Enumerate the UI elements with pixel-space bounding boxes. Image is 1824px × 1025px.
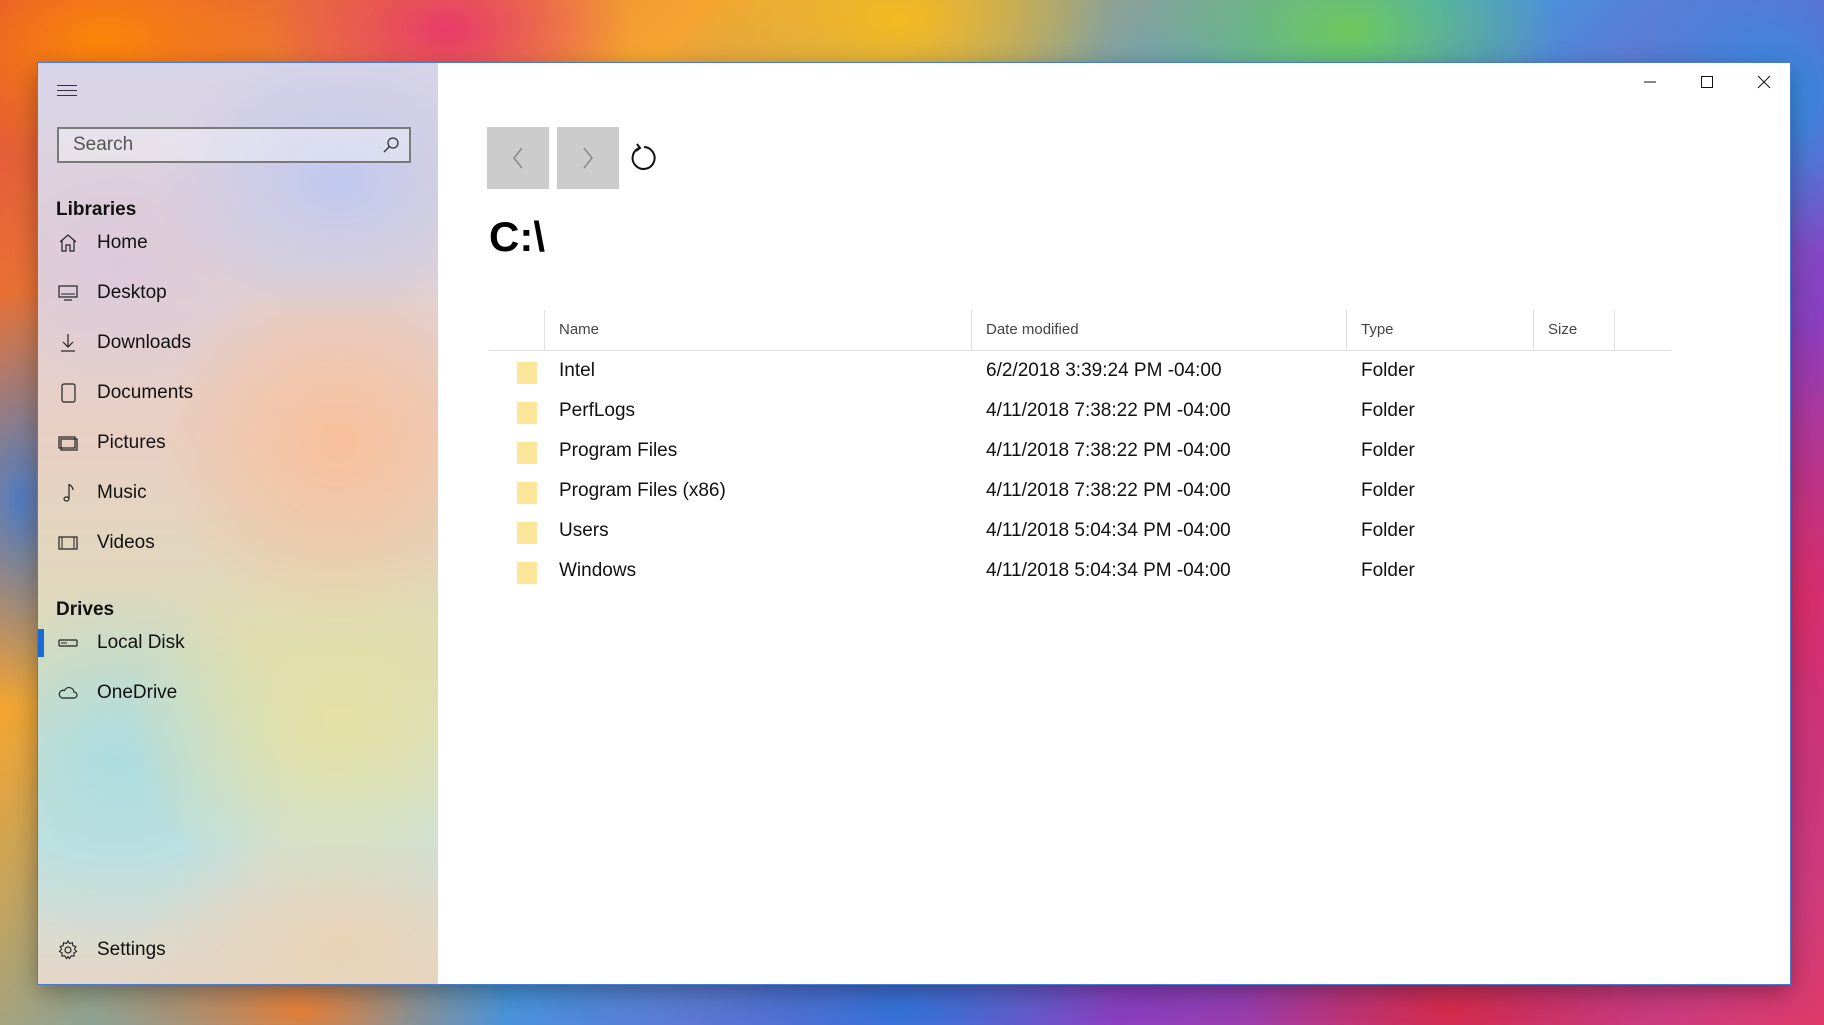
table-row[interactable]: Program Files (x86) 4/11/2018 7:38:22 PM… (489, 471, 1671, 511)
file-name: Intel (559, 360, 595, 381)
settings-button[interactable]: Settings (38, 927, 438, 973)
drives-heading: Drives (56, 599, 115, 620)
file-type: Folder (1361, 440, 1415, 461)
maximize-icon (1701, 76, 1713, 88)
active-indicator (38, 629, 44, 657)
settings-label: Settings (97, 939, 166, 960)
sidebar-item-label: Home (97, 232, 148, 253)
search-box (57, 127, 411, 163)
file-date: 4/11/2018 7:38:22 PM -04:00 (986, 400, 1231, 421)
column-header-type[interactable]: Type (1361, 310, 1394, 350)
file-explorer-window: Libraries Home Desktop Downloads (38, 63, 1790, 984)
sidebar-item-label: OneDrive (97, 682, 178, 703)
folder-icon (517, 402, 537, 424)
file-name: Program Files (559, 440, 678, 461)
table-row[interactable]: Users 4/11/2018 5:04:34 PM -04:00 Folder (489, 511, 1671, 551)
sidebar-item-music[interactable]: Music (38, 469, 438, 517)
chevron-left-icon (513, 147, 523, 169)
sidebar-item-downloads[interactable]: Downloads (38, 319, 438, 367)
minimize-icon (1644, 81, 1656, 83)
file-date: 4/11/2018 7:38:22 PM -04:00 (986, 440, 1231, 461)
sidebar-item-home[interactable]: Home (38, 219, 438, 267)
sidebar-item-label: Music (97, 482, 147, 503)
file-type: Folder (1361, 480, 1415, 501)
refresh-icon[interactable] (627, 141, 661, 175)
close-button[interactable] (1736, 63, 1790, 101)
file-table: Name Date modified Type Size Intel 6/2/2… (489, 310, 1671, 591)
sidebar-item-desktop[interactable]: Desktop (38, 269, 438, 317)
file-type: Folder (1361, 360, 1415, 381)
file-date: 4/11/2018 5:04:34 PM -04:00 (986, 560, 1231, 581)
pictures-icon (58, 436, 78, 451)
chevron-right-icon (583, 147, 593, 169)
sidebar-item-label: Local Disk (97, 632, 185, 653)
download-icon (61, 334, 75, 352)
cloud-icon (58, 687, 78, 699)
sidebar-item-label: Pictures (97, 432, 166, 453)
table-row[interactable]: Windows 4/11/2018 5:04:34 PM -04:00 Fold… (489, 551, 1671, 591)
column-header-date[interactable]: Date modified (986, 310, 1079, 350)
sidebar-item-local-disk[interactable]: Local Disk (38, 619, 438, 667)
table-header: Name Date modified Type Size (489, 310, 1671, 351)
local-disk-icon (58, 639, 78, 647)
search-icon[interactable] (381, 135, 401, 155)
file-type: Folder (1361, 520, 1415, 541)
sidebar-item-label: Videos (97, 532, 155, 553)
sidebar-item-videos[interactable]: Videos (38, 519, 438, 567)
gear-icon (58, 939, 78, 960)
file-name: Users (559, 520, 609, 541)
forward-button[interactable] (557, 127, 619, 189)
column-header-size[interactable]: Size (1548, 310, 1577, 350)
column-divider[interactable] (1346, 310, 1347, 350)
column-divider[interactable] (1614, 310, 1615, 350)
home-icon (59, 234, 77, 252)
sidebar-item-label: Documents (97, 382, 194, 403)
desktop-icon (58, 285, 78, 301)
file-type: Folder (1361, 560, 1415, 581)
column-divider[interactable] (1533, 310, 1534, 350)
maximize-button[interactable] (1679, 63, 1735, 101)
file-date: 4/11/2018 7:38:22 PM -04:00 (986, 480, 1231, 501)
document-icon (61, 383, 76, 403)
column-divider[interactable] (971, 310, 972, 350)
file-name: Program Files (x86) (559, 480, 726, 501)
hamburger-menu-icon[interactable] (57, 81, 81, 101)
folder-icon (517, 522, 537, 544)
file-type: Folder (1361, 400, 1415, 421)
file-name: Windows (559, 560, 637, 581)
sidebar: Libraries Home Desktop Downloads (38, 63, 438, 984)
libraries-heading: Libraries (56, 199, 137, 220)
table-row[interactable]: Intel 6/2/2018 3:39:24 PM -04:00 Folder (489, 351, 1671, 391)
search-input[interactable] (59, 129, 387, 161)
folder-icon (517, 482, 537, 504)
sidebar-item-label: Desktop (97, 282, 167, 303)
file-date: 6/2/2018 3:39:24 PM -04:00 (986, 360, 1222, 381)
folder-icon (517, 562, 537, 584)
file-date: 4/11/2018 5:04:34 PM -04:00 (986, 520, 1231, 541)
sidebar-item-pictures[interactable]: Pictures (38, 419, 438, 467)
back-button[interactable] (487, 127, 549, 189)
table-row[interactable]: PerfLogs 4/11/2018 7:38:22 PM -04:00 Fol… (489, 391, 1671, 431)
close-icon (1757, 75, 1771, 89)
table-row[interactable]: Program Files 4/11/2018 7:38:22 PM -04:0… (489, 431, 1671, 471)
sidebar-item-documents[interactable]: Documents (38, 369, 438, 417)
column-divider[interactable] (544, 310, 545, 350)
file-name: PerfLogs (559, 400, 636, 421)
page-title: C:\ (489, 213, 545, 260)
sidebar-item-onedrive[interactable]: OneDrive (38, 669, 438, 717)
minimize-button[interactable] (1622, 63, 1678, 101)
video-icon (58, 536, 78, 550)
music-icon (63, 483, 74, 502)
folder-icon (517, 362, 537, 384)
folder-icon (517, 442, 537, 464)
sidebar-item-label: Downloads (97, 332, 191, 353)
column-header-name[interactable]: Name (559, 310, 599, 350)
